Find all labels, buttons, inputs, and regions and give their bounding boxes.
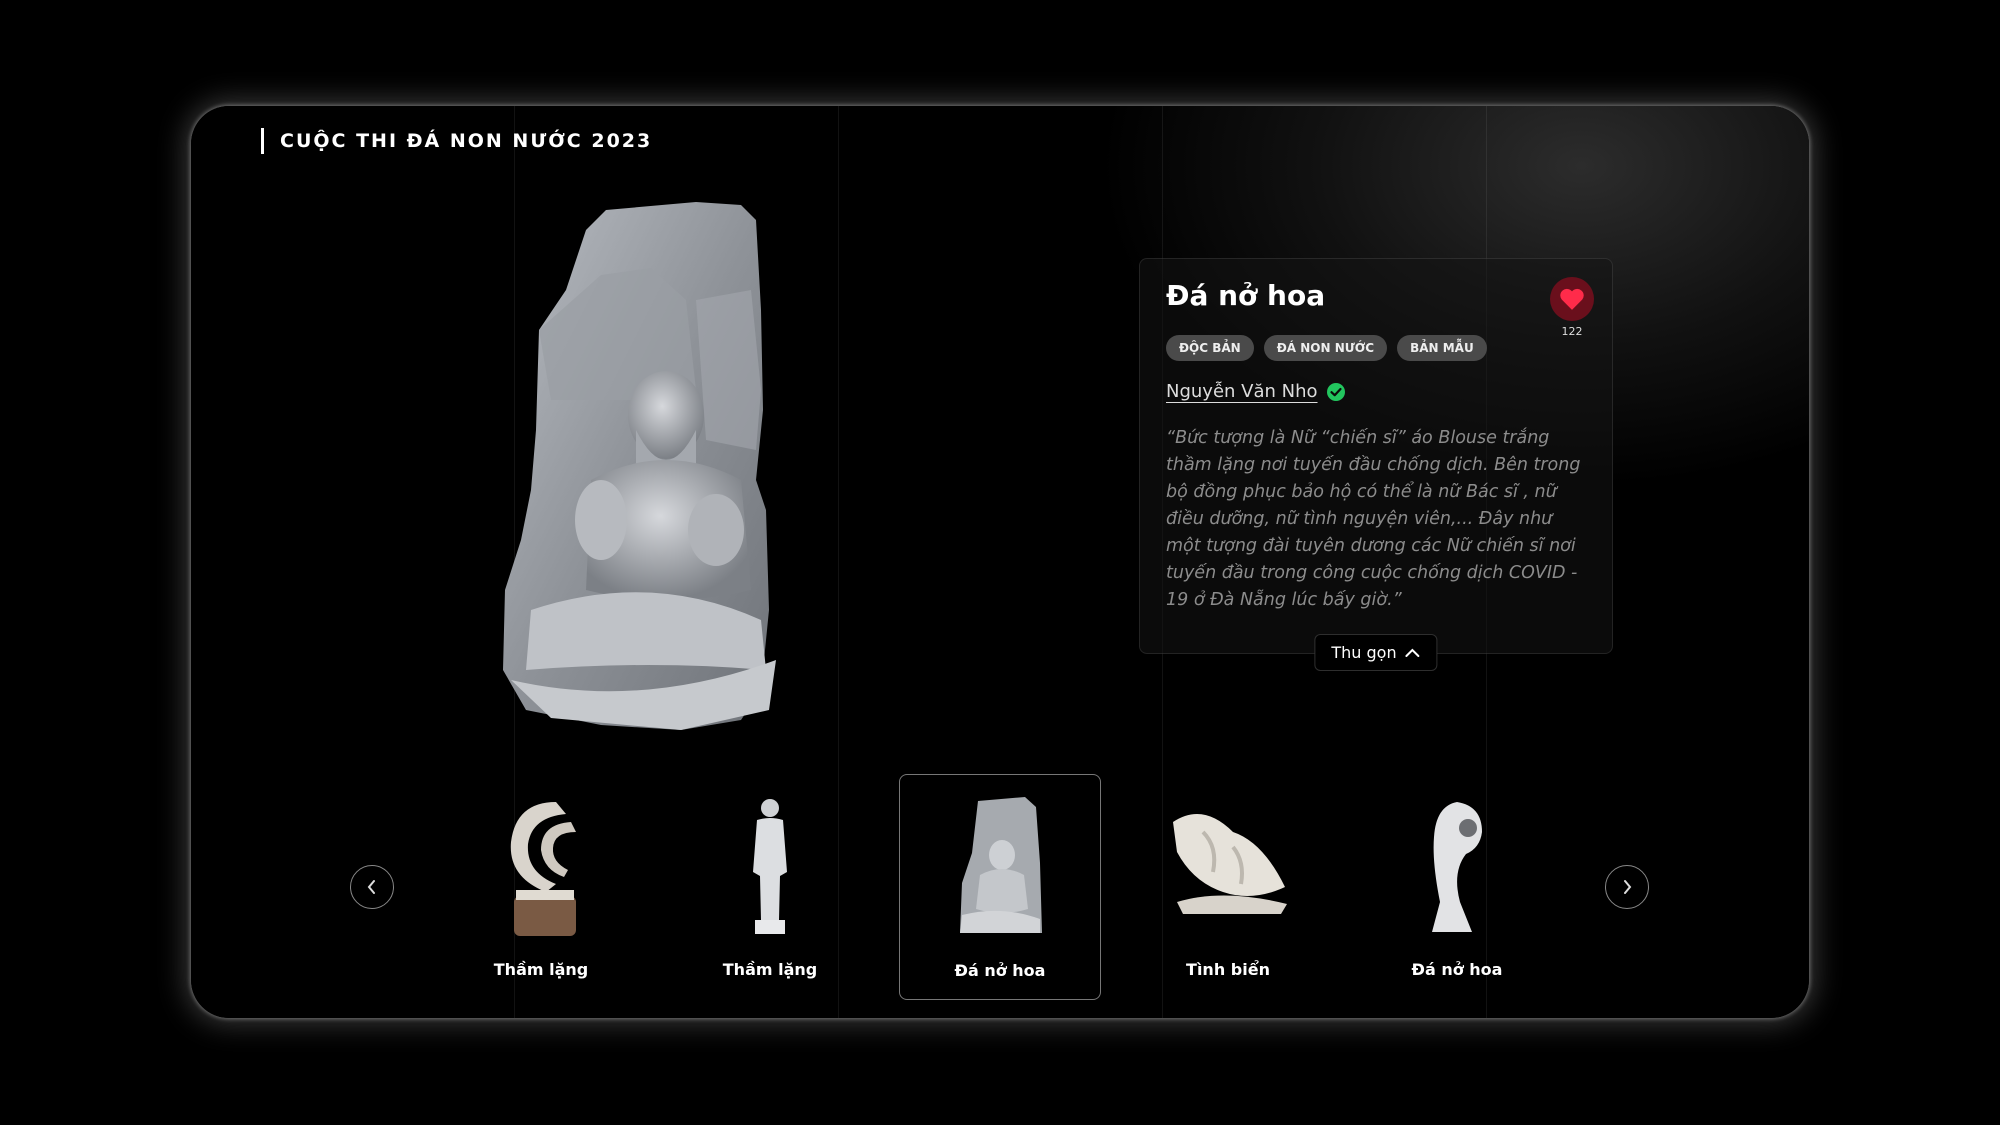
hero-sculpture-image <box>491 190 891 740</box>
carousel-item[interactable]: Thầm lặng <box>441 774 641 998</box>
carousel-next-button[interactable] <box>1605 865 1649 909</box>
abstract-curve-sculpture-icon <box>1432 802 1482 932</box>
like-button[interactable] <box>1550 277 1594 321</box>
wave-sculpture-icon <box>510 802 576 936</box>
like-widget: 122 <box>1550 277 1594 338</box>
carousel-prev-button[interactable] <box>350 865 394 909</box>
collapse-label: Thu gọn <box>1331 643 1397 662</box>
fish-sculpture-icon <box>1173 814 1287 914</box>
tag[interactable]: BẢN MẪU <box>1397 335 1487 361</box>
carousel-item[interactable]: Tình biển <box>1128 774 1328 998</box>
heart-icon <box>1560 288 1584 310</box>
standing-figure-sculpture-icon <box>753 799 787 934</box>
author-link[interactable]: Nguyễn Văn Nho <box>1166 381 1318 402</box>
carousel-item-label: Tình biển <box>1186 960 1270 979</box>
artwork-info-card: Đá nở hoa 122 ĐỘC BẢN ĐÁ NON NƯỚC BẢN MẪ… <box>1139 258 1613 671</box>
tag-list: ĐỘC BẢN ĐÁ NON NƯỚC BẢN MẪU <box>1166 335 1487 361</box>
carousel-item-label: Thầm lặng <box>722 960 818 979</box>
chevron-right-icon <box>1624 880 1632 894</box>
carousel-item[interactable]: Thầm lặng <box>670 774 870 998</box>
chevron-up-icon <box>1405 648 1420 657</box>
chevron-left-icon <box>367 880 375 894</box>
carousel-item-label: Thầm lặng <box>493 960 589 979</box>
carousel-item-active[interactable]: Đá nở hoa <box>899 774 1101 1000</box>
like-count: 122 <box>1561 325 1583 338</box>
collapse-button[interactable]: Thu gọn <box>1314 634 1438 671</box>
artwork-title: Đá nở hoa <box>1166 279 1326 312</box>
gallery-frame: CUỘC THI ĐÁ NON NƯỚC 2023 Đá nở hoa 122 … <box>191 106 1809 1018</box>
carousel-item-label: Đá nở hoa <box>954 961 1046 980</box>
verified-check-icon <box>1326 382 1345 401</box>
carousel-item[interactable]: Đá nở hoa <box>1357 774 1557 998</box>
carousel-item-label: Đá nở hoa <box>1411 960 1503 979</box>
contest-title: CUỘC THI ĐÁ NON NƯỚC 2023 <box>261 128 652 154</box>
author-row: Nguyễn Văn Nho <box>1166 381 1346 402</box>
seated-figure-relief-icon <box>960 797 1042 933</box>
tag[interactable]: ĐỘC BẢN <box>1166 335 1254 361</box>
artwork-description: “Bức tượng là Nữ “chiến sĩ” áo Blouse tr… <box>1166 428 1581 610</box>
tag[interactable]: ĐÁ NON NƯỚC <box>1263 335 1388 361</box>
